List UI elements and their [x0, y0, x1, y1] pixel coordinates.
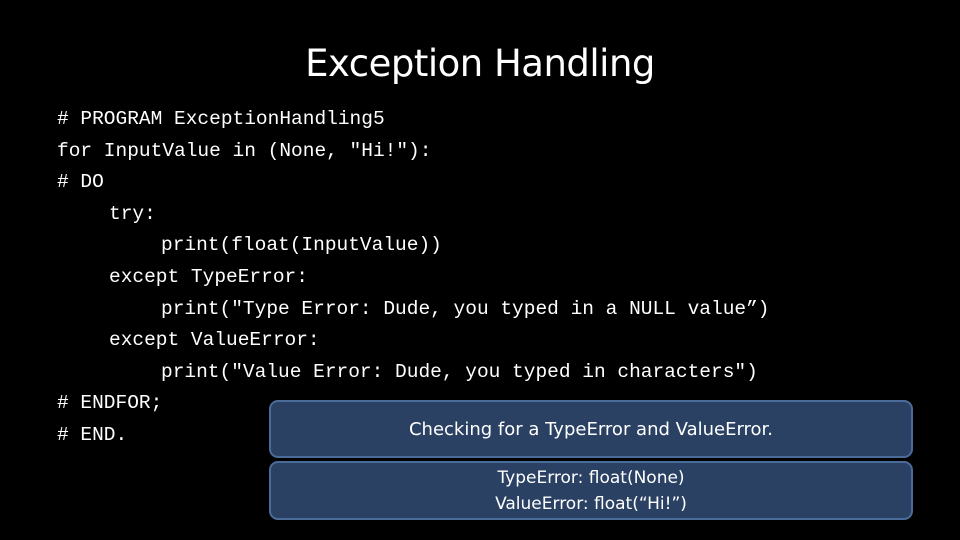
code-line: try:: [109, 202, 156, 225]
callout-text: Checking for a TypeError and ValueError.: [408, 418, 774, 440]
code-line: # DO: [57, 171, 104, 194]
code-line: print("Value Error: Dude, you typed in c…: [161, 360, 758, 383]
code-line: print(float(InputValue)): [161, 234, 442, 257]
callout-errors: TypeError: float(None) ValueError: float…: [269, 461, 913, 520]
callout-checking: Checking for a TypeError and ValueError.: [269, 400, 913, 458]
code-line: # PROGRAM ExceptionHandling5: [57, 108, 385, 130]
code-line: for InputValue in (None, "Hi!"):: [57, 139, 432, 162]
callout-text: TypeError: float(None): [497, 467, 685, 488]
code-line: except ValueError:: [109, 329, 320, 352]
slide-title: Exception Handling: [305, 42, 655, 85]
code-line: print("Type Error: Dude, you typed in a …: [161, 297, 770, 320]
callout-text: ValueError: float(“Hi!”): [495, 493, 687, 514]
code-line: except TypeError:: [109, 265, 308, 288]
